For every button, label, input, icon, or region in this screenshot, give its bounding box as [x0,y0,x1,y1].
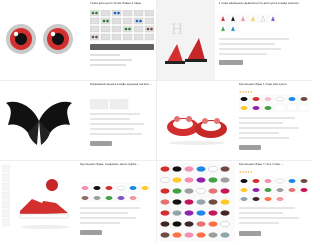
listing-title[interactable]: Кукольная обувь 1 пара для кукол [239,83,309,86]
listing-title[interactable]: Украшения крылья в виде крыльев ангела .… [90,83,154,86]
listing-title[interactable]: 1 пара маленьких дьявола рога для кукол … [219,2,309,5]
listing-card-6[interactable]: Кукольная обувь 7 см в стиле ... ★★★★★ [157,161,312,243]
variant-swatch-grid[interactable] [89,9,155,70]
product-image-horns[interactable]: H [157,0,215,80]
product-image-wings[interactable] [4,95,74,147]
rating-stars: ★★★★★ [239,90,253,94]
variant-swatch-grid[interactable] [79,182,154,239]
listing-title[interactable]: Глаза для кукол 12 мм Новые 2 пары [90,2,154,5]
listing-title[interactable]: Кукольная обувь 7 см в стиле ... [239,163,309,166]
listing-card-1[interactable]: Глаза для кукол 12 мм Новые 2 пары [0,0,156,80]
svg-text:H: H [171,22,183,38]
listing-card-4[interactable]: Кукольная обувь 1 пара для кукол ★★★★★ [157,81,312,160]
details-lines [89,98,154,151]
listing-card-2[interactable]: H 1 пара маленьких дьявола рога для куко… [157,0,312,80]
variant-swatch-grid[interactable] [238,94,310,155]
variant-swatch-grid[interactable] [238,176,310,239]
color-swatch-row[interactable] [218,13,309,34]
listing-title[interactable]: Кукольная обувь, сандалии, мини-туфли... [80,163,154,166]
thumbnail-strip[interactable] [1,164,11,239]
details-lines [219,38,307,68]
rating-stars: ★★★★★ [239,170,253,174]
product-image-eyes[interactable] [2,18,82,58]
listing-card-5[interactable]: Кукольная обувь, сандалии, мини-туфли... [0,161,156,243]
product-image-red-shoes[interactable] [161,91,233,151]
product-image-sneakers[interactable] [12,171,78,233]
product-image-shoe-collection[interactable] [159,163,235,241]
listing-card-3[interactable]: Украшения крылья в виде крыльев ангела .… [0,81,156,160]
